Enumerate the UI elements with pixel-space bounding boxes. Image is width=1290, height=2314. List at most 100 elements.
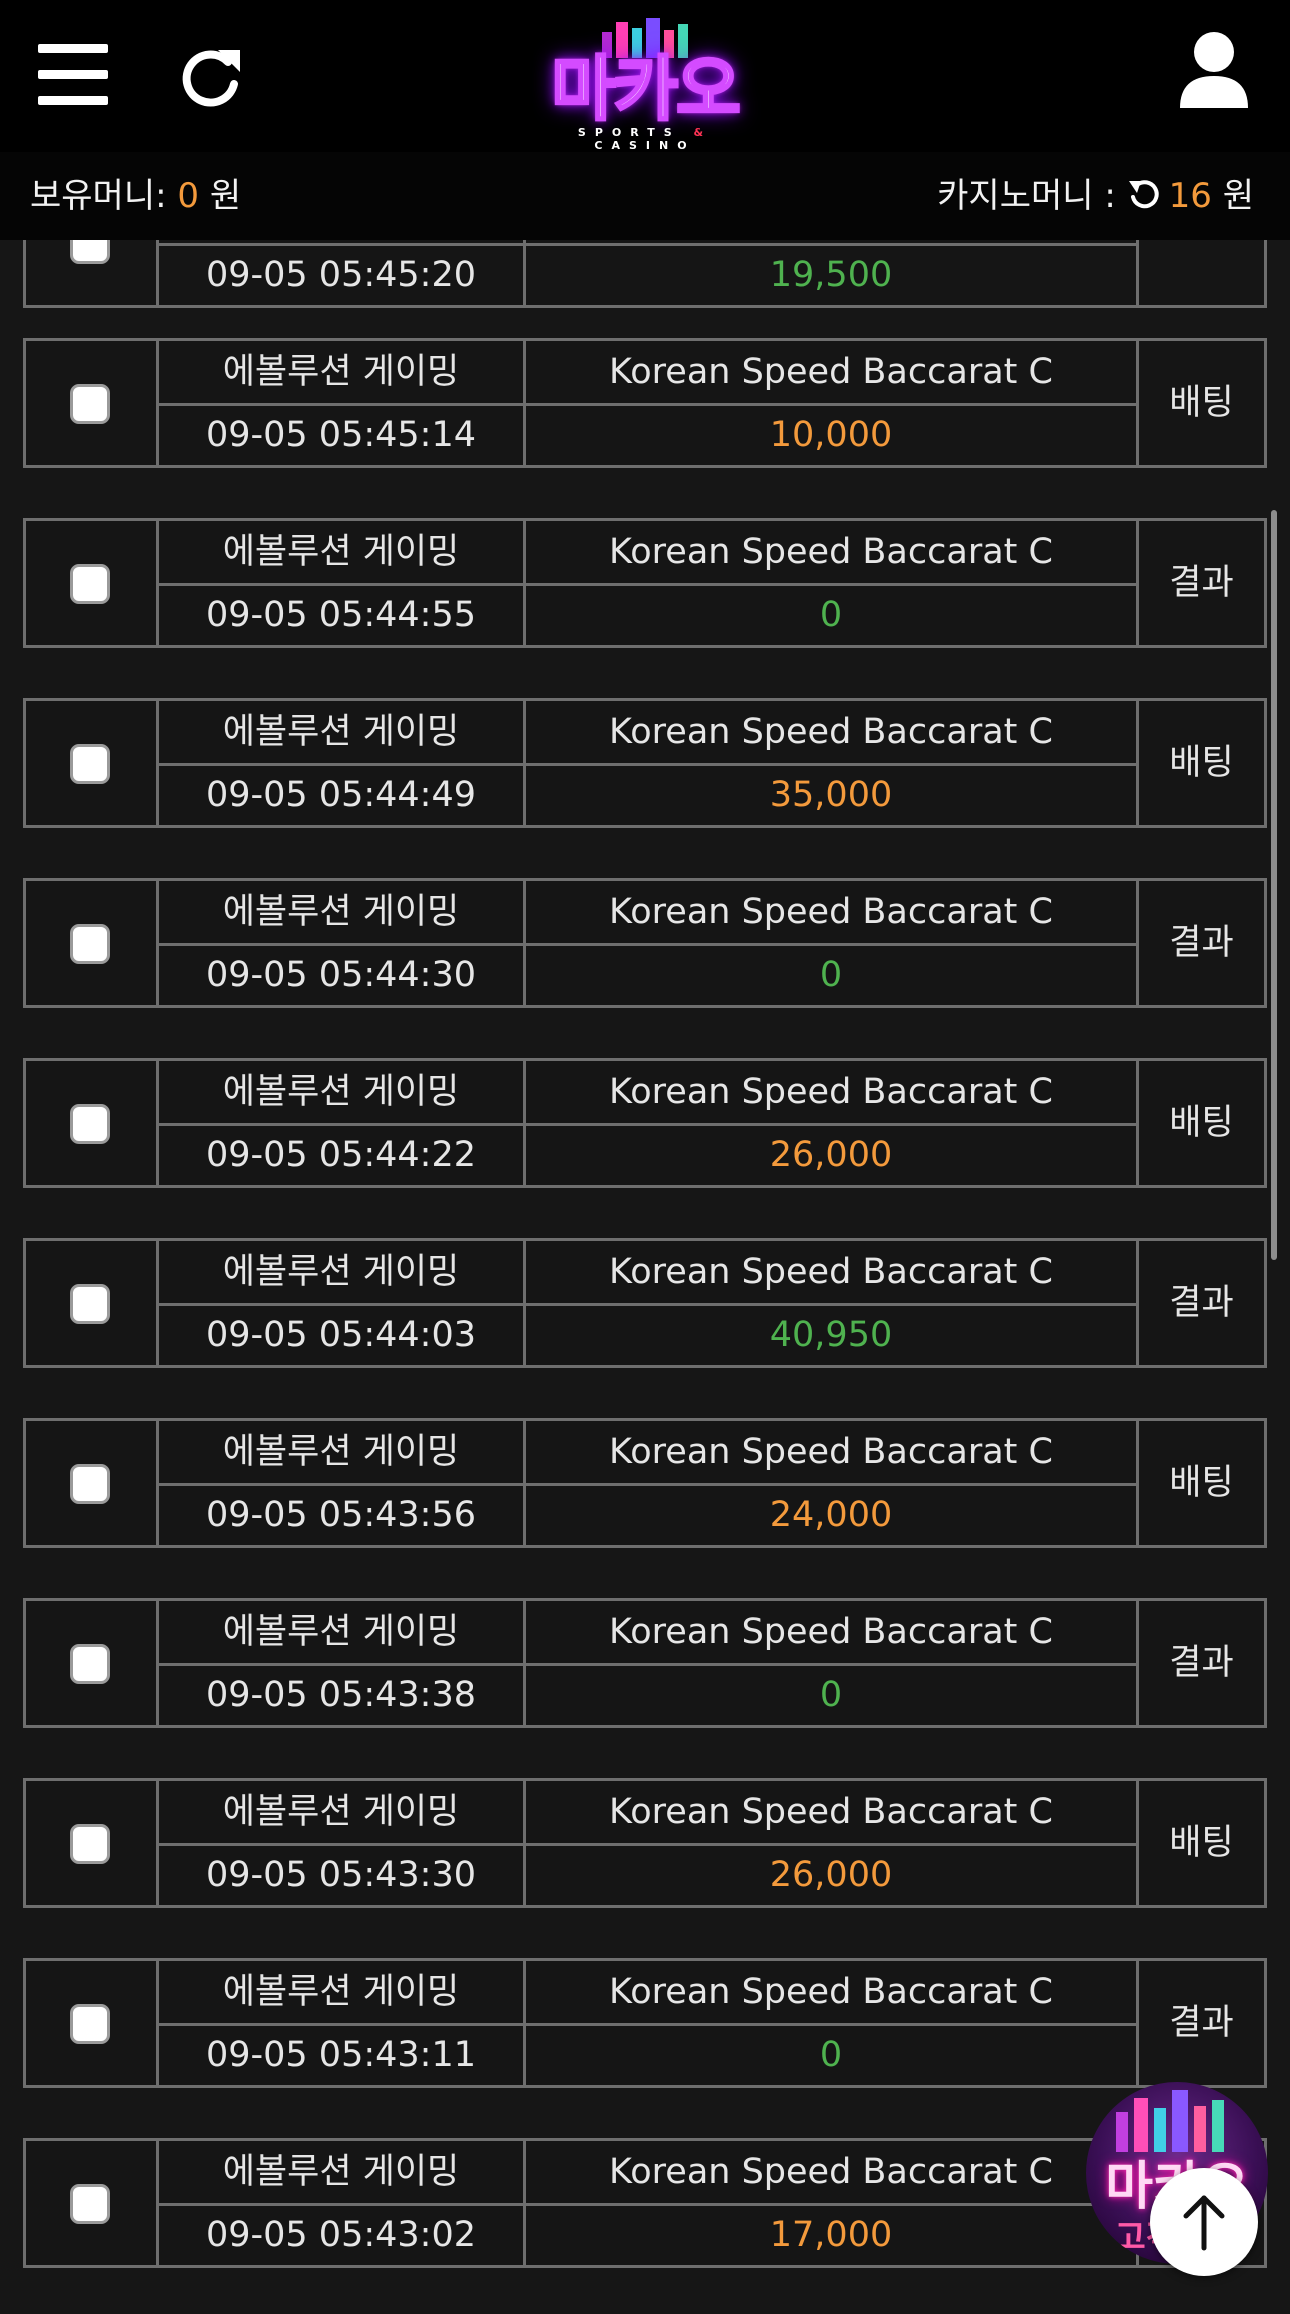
row-check-cell [26, 1601, 159, 1725]
casino-refresh-icon[interactable] [1127, 177, 1161, 211]
top-bar: 마카오 SPORTS & CASINO [0, 0, 1290, 152]
holding-money-value: 0 [177, 176, 200, 216]
row-check-cell [26, 1241, 159, 1365]
row-amount: 0 [526, 946, 1139, 1005]
casino-money-value: 16 [1168, 176, 1212, 216]
row-checkbox[interactable] [70, 240, 110, 264]
casino-money-unit: 원 [1211, 176, 1254, 216]
row-game: Korean Speed Baccarat C [526, 2141, 1139, 2206]
balance-bar: 보유머니: 0 원 카지노머니 : 16 원 [0, 152, 1290, 240]
row-check-cell [26, 1061, 159, 1185]
row-check-cell [26, 1781, 159, 1905]
row-provider: 에볼루션 게이밍 [159, 1781, 526, 1846]
history-row: 에볼루션 게이밍 09-05 05:45:14 Korean Speed Bacca… [23, 338, 1267, 468]
history-row: 에볼루션 게이밍 09-05 05:44:22 Korean Speed Bacca… [23, 1058, 1267, 1188]
history-row: 에볼루션 게이밍 09-05 05:43:56 Korean Speed Bacca… [23, 1418, 1267, 1548]
row-check-cell [26, 521, 159, 645]
row-checkbox[interactable] [70, 2004, 110, 2044]
logo-title: 마카오 [550, 48, 742, 130]
row-type: 배팅 [1169, 1463, 1234, 1503]
row-check-cell [26, 2141, 159, 2265]
row-checkbox[interactable] [70, 1644, 110, 1684]
row-check-cell [26, 701, 159, 825]
holding-money-unit: 원 [199, 176, 242, 216]
row-time: 09-05 05:45:20 [159, 246, 526, 305]
row-checkbox[interactable] [70, 924, 110, 964]
history-row: 에볼루션 게이밍 09-05 05:43:30 Korean Speed Bacca… [23, 1778, 1267, 1908]
row-amount: 10,000 [526, 406, 1139, 465]
menu-icon[interactable] [38, 44, 108, 106]
row-amount: 35,000 [526, 766, 1139, 825]
logo-sub-left: SPORTS [577, 126, 681, 139]
row-type: 배팅 [1169, 743, 1234, 783]
refresh-icon[interactable] [178, 44, 244, 110]
user-icon[interactable] [1178, 30, 1250, 110]
row-time: 09-05 05:44:03 [159, 1306, 526, 1365]
row-amount: 0 [526, 2026, 1139, 2085]
row-provider: 에볼루션 게이밍 [159, 1601, 526, 1666]
history-row: 에볼루션 게이밍 09-05 05:43:02 Korean Speed Bacca… [23, 2138, 1267, 2268]
casino-money-label: 카지노머니 : [937, 176, 1127, 216]
row-type [1139, 240, 1264, 305]
row-provider: 에볼루션 게이밍 [159, 881, 526, 946]
site-logo[interactable]: 마카오 SPORTS & CASINO [540, 18, 750, 152]
row-game: Korean Speed Baccarat C [526, 701, 1139, 766]
row-check-cell [26, 1421, 159, 1545]
row-provider: 에볼루션 게이밍 [159, 1421, 526, 1486]
history-row: 에볼루션 게이밍 09-05 05:44:03 Korean Speed Bacca… [23, 1238, 1267, 1368]
row-amount: 24,000 [526, 1486, 1139, 1545]
row-amount: 0 [526, 1666, 1139, 1725]
row-checkbox[interactable] [70, 1824, 110, 1864]
row-time: 09-05 05:43:38 [159, 1666, 526, 1725]
row-type: 배팅 [1169, 383, 1234, 423]
row-game: Korean Speed Baccarat C [526, 1961, 1139, 2026]
row-amount: 0 [526, 586, 1139, 645]
holding-money-label: 보유머니: [30, 176, 178, 216]
row-game: Korean Speed Baccarat C [526, 521, 1139, 586]
row-game: Korean Speed Baccarat C [526, 1421, 1139, 1486]
history-row: 에볼루션 게이밍 09-05 05:44:55 Korean Speed Bacca… [23, 518, 1267, 648]
row-game: Korean Speed Baccarat C [526, 881, 1139, 946]
row-time: 09-05 05:43:30 [159, 1846, 526, 1905]
row-game: Korean Speed Baccarat C [526, 1601, 1139, 1666]
row-checkbox[interactable] [70, 744, 110, 784]
history-row: 에볼루션 게이밍 09-05 05:44:30 Korean Speed Bacca… [23, 878, 1267, 1008]
holding-money: 보유머니: 0 원 [30, 152, 241, 240]
row-amount: 26,000 [526, 1126, 1139, 1185]
row-game: Korean Speed Baccarat C [526, 341, 1139, 406]
row-time: 09-05 05:44:55 [159, 586, 526, 645]
row-provider: 에볼루션 게이밍 [159, 1061, 526, 1126]
row-amount: 19,500 [526, 246, 1139, 305]
row-provider: 에볼루션 게이밍 [159, 1961, 526, 2026]
row-checkbox[interactable] [70, 1104, 110, 1144]
row-provider: 에볼루션 게이밍 [159, 1241, 526, 1306]
row-amount: 26,000 [526, 1846, 1139, 1905]
row-type: 배팅 [1169, 1103, 1234, 1143]
row-amount: 17,000 [526, 2206, 1139, 2265]
row-checkbox[interactable] [70, 564, 110, 604]
row-checkbox[interactable] [70, 2184, 110, 2224]
row-amount: 40,950 [526, 1306, 1139, 1365]
row-time: 09-05 05:44:30 [159, 946, 526, 1005]
logo-sub-amp: & [693, 126, 713, 139]
row-provider: 에볼루션 게이밍 [159, 2141, 526, 2206]
row-checkbox[interactable] [70, 1284, 110, 1324]
row-check-cell [26, 341, 159, 465]
row-type: 결과 [1169, 563, 1234, 603]
row-game: Korean Speed Baccarat C [526, 1061, 1139, 1126]
row-checkbox[interactable] [70, 384, 110, 424]
row-type: 결과 [1169, 1643, 1234, 1683]
history-list: 09-05 05:45:20 19,500 에볼루션 게이밍 09-05 05:4… [0, 240, 1290, 2314]
row-time: 09-05 05:45:14 [159, 406, 526, 465]
row-check-cell [26, 240, 159, 305]
scroll-top-button[interactable] [1150, 2168, 1258, 2276]
history-row: 에볼루션 게이밍 09-05 05:44:49 Korean Speed Bacca… [23, 698, 1267, 828]
row-type: 결과 [1169, 923, 1234, 963]
logo-sub-right: CASINO [594, 139, 696, 152]
history-row-partial: 09-05 05:45:20 19,500 [23, 240, 1267, 308]
row-checkbox[interactable] [70, 1464, 110, 1504]
row-time: 09-05 05:43:11 [159, 2026, 526, 2085]
history-row: 에볼루션 게이밍 09-05 05:43:11 Korean Speed Bacca… [23, 1958, 1267, 2088]
scrollbar[interactable] [1271, 510, 1277, 1260]
row-time: 09-05 05:44:22 [159, 1126, 526, 1185]
